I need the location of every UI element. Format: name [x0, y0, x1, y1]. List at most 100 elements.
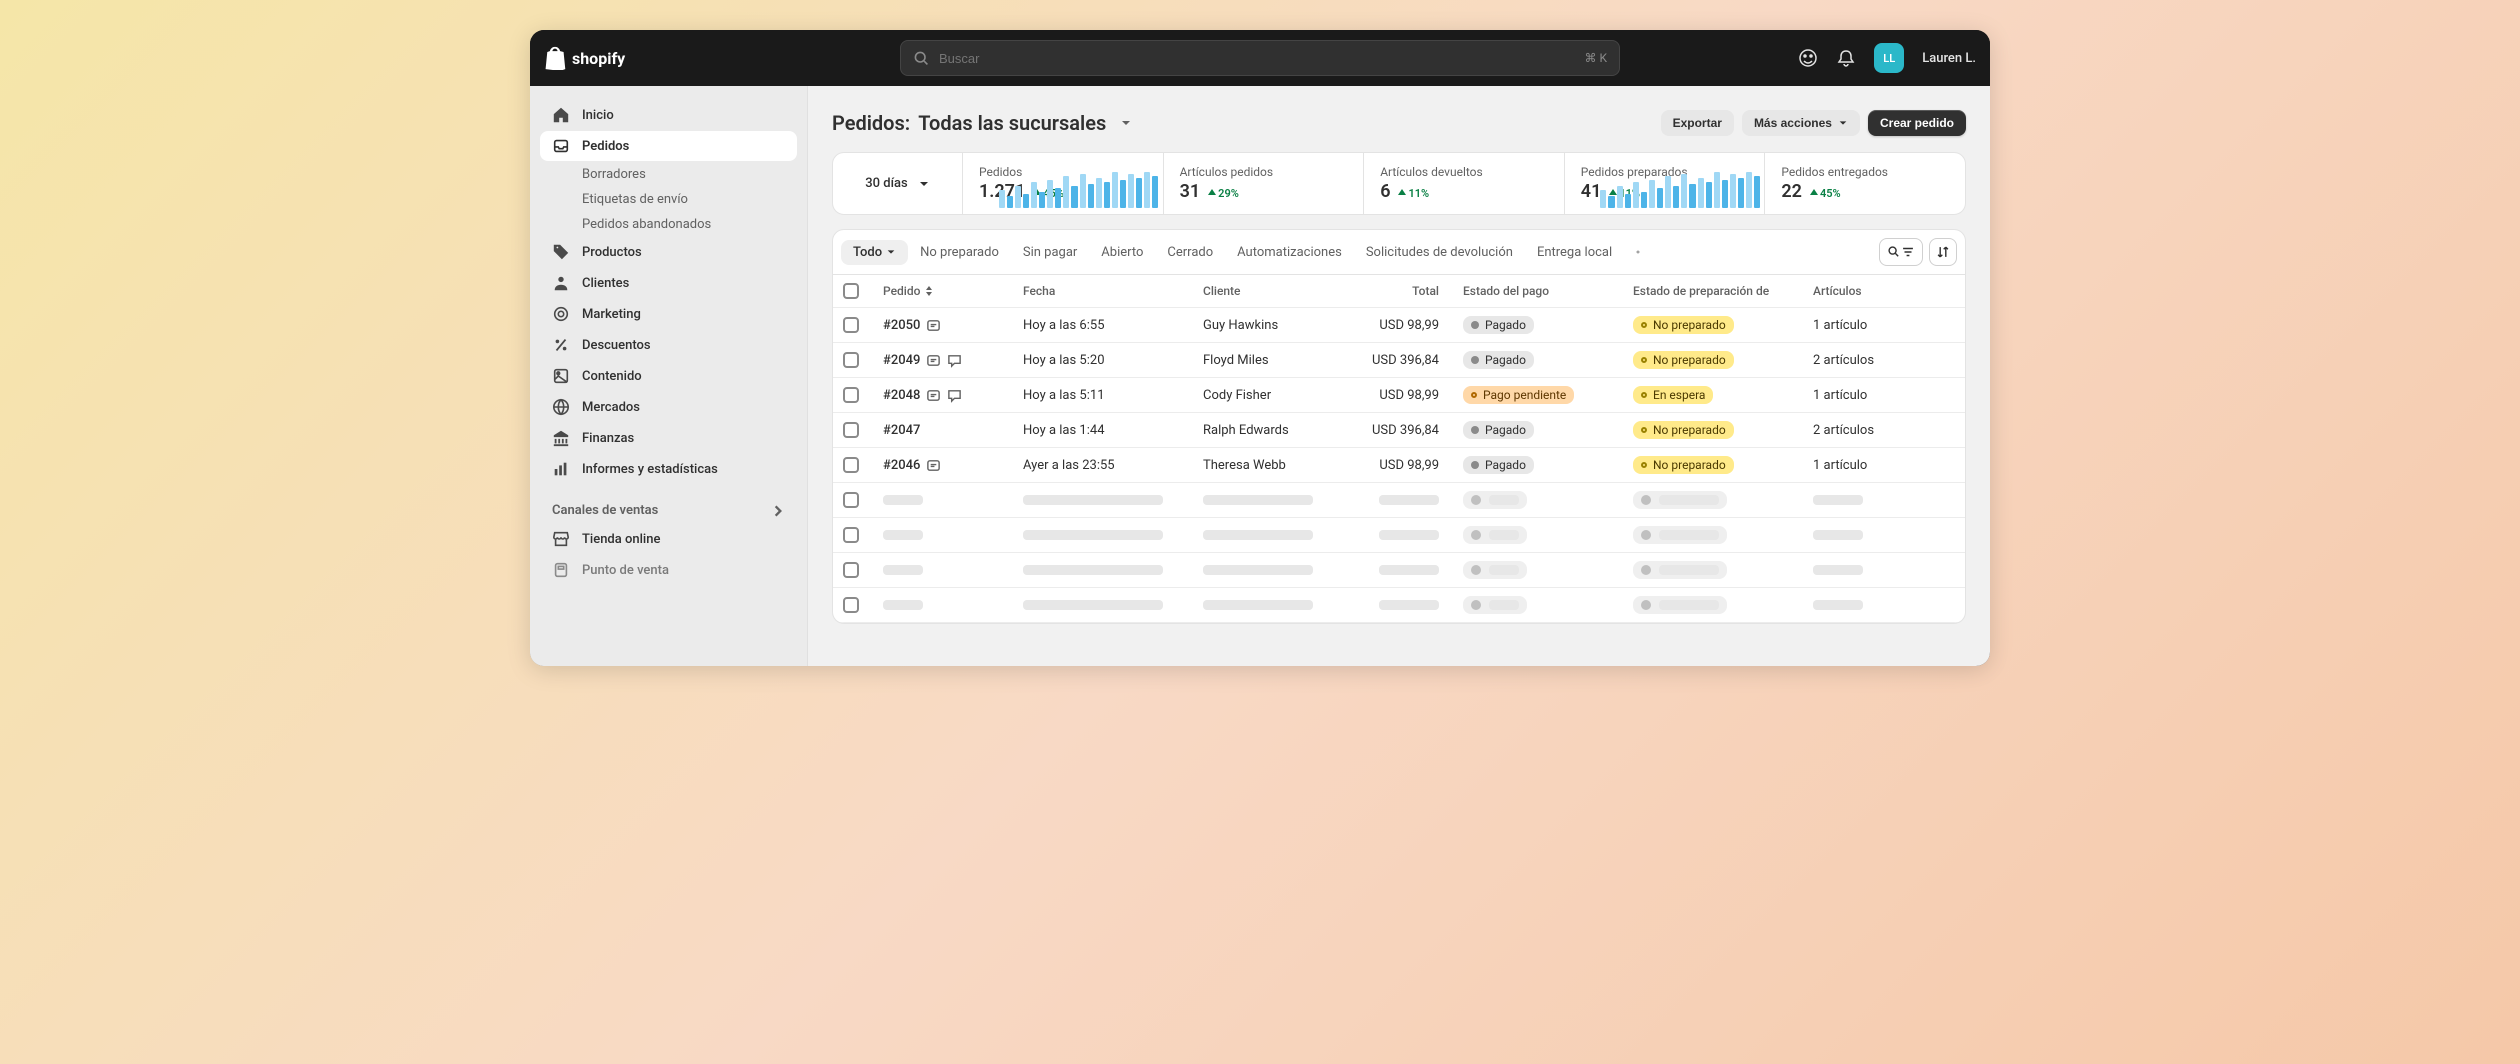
- table-row[interactable]: #2047Hoy a las 1:44Ralph EdwardsUSD 396,…: [833, 413, 1965, 448]
- total-cell: USD 98,99: [1353, 458, 1463, 473]
- stat-value: 6: [1380, 181, 1390, 202]
- add-tab-button[interactable]: [1624, 241, 1652, 263]
- table-row[interactable]: #2050Hoy a las 6:55Guy HawkinsUSD 98,99P…: [833, 308, 1965, 343]
- sidebar-item-marketing[interactable]: Marketing: [540, 299, 797, 329]
- sidebar-item-pedidos[interactable]: Pedidos: [540, 131, 797, 161]
- payment-badge: Pagado: [1463, 456, 1534, 474]
- customer-cell: Theresa Webb: [1203, 458, 1353, 473]
- user-name[interactable]: Lauren L.: [1922, 51, 1976, 66]
- sidebar-item-productos[interactable]: Productos: [540, 237, 797, 267]
- stat-delta: 45%: [1810, 187, 1841, 200]
- skeleton-row: [833, 483, 1965, 518]
- period-label: 30 días: [865, 176, 907, 191]
- row-checkbox[interactable]: [843, 352, 859, 368]
- brand-logo[interactable]: shopify: [544, 46, 804, 70]
- row-checkbox[interactable]: [843, 597, 859, 613]
- row-checkbox[interactable]: [843, 387, 859, 403]
- channels-section[interactable]: Canales de ventas: [540, 485, 797, 524]
- chevron-right-icon: [771, 504, 785, 518]
- sidebar-item-label: Tienda online: [582, 532, 660, 547]
- col-customer[interactable]: Cliente: [1203, 284, 1353, 298]
- tab[interactable]: No preparado: [908, 240, 1011, 265]
- tag-icon: [552, 243, 570, 261]
- sidebar-item-descuentos[interactable]: Descuentos: [540, 330, 797, 360]
- sort-button[interactable]: [1929, 238, 1957, 266]
- row-checkbox[interactable]: [843, 492, 859, 508]
- export-button[interactable]: Exportar: [1661, 110, 1734, 136]
- row-checkbox[interactable]: [843, 527, 859, 543]
- stat-cell[interactable]: Artículos devueltos 6 11%: [1364, 153, 1565, 214]
- more-actions-label: Más acciones: [1754, 116, 1832, 130]
- sidebar-item-inicio[interactable]: Inicio: [540, 100, 797, 130]
- total-cell: USD 98,99: [1353, 388, 1463, 403]
- sidebar-item-finanzas[interactable]: Finanzas: [540, 423, 797, 453]
- customer-cell: Floyd Miles: [1203, 353, 1353, 368]
- search-input[interactable]: [939, 51, 1584, 66]
- col-total[interactable]: Total: [1353, 284, 1463, 298]
- stat-cell[interactable]: Pedidos1.27145%: [963, 153, 1164, 214]
- total-cell: USD 396,84: [1353, 423, 1463, 438]
- page-title[interactable]: Pedidos: Todas las sucursales: [832, 111, 1132, 135]
- table-row[interactable]: #2048Hoy a las 5:11Cody FisherUSD 98,99P…: [833, 378, 1965, 413]
- brand-text: shopify: [572, 49, 625, 68]
- total-cell: USD 98,99: [1353, 318, 1463, 333]
- stat-cell[interactable]: Pedidos entregados2245%: [1765, 153, 1965, 214]
- row-checkbox[interactable]: [843, 562, 859, 578]
- tab[interactable]: Cerrado: [1155, 240, 1225, 265]
- stat-label: Artículos devueltos: [1380, 165, 1548, 179]
- sidebar-item-punto-venta[interactable]: Punto de venta: [540, 555, 797, 585]
- up-arrow-icon: [1398, 189, 1406, 197]
- items-cell: 1 artículo: [1813, 458, 1923, 473]
- more-actions-button[interactable]: Más acciones: [1742, 110, 1860, 136]
- sidebar-item-label: Marketing: [582, 307, 641, 322]
- sidebar: Inicio Pedidos Borradores Etiquetas de e…: [530, 86, 808, 666]
- search-bar[interactable]: ⌘ K: [900, 40, 1620, 76]
- tab[interactable]: Solicitudes de devolución: [1354, 240, 1525, 265]
- create-order-button[interactable]: Crear pedido: [1868, 110, 1966, 136]
- tab[interactable]: Automatizaciones: [1225, 240, 1354, 265]
- table-row[interactable]: #2049Hoy a las 5:20Floyd MilesUSD 396,84…: [833, 343, 1965, 378]
- sidebar-item-tienda[interactable]: Tienda online: [540, 524, 797, 554]
- sidebar-item-label: Punto de venta: [582, 563, 669, 578]
- sidebar-subitem-etiquetas[interactable]: Etiquetas de envío: [540, 187, 797, 212]
- face-icon[interactable]: [1798, 48, 1818, 68]
- chevron-down-icon: [1838, 118, 1848, 128]
- chat-icon: [947, 353, 962, 368]
- sidebar-item-label: Finanzas: [582, 431, 634, 446]
- row-checkbox[interactable]: [843, 457, 859, 473]
- bell-icon[interactable]: [1836, 48, 1856, 68]
- search-shortcut: ⌘ K: [1584, 51, 1607, 65]
- col-payment[interactable]: Estado del pago: [1463, 284, 1633, 298]
- sidebar-item-clientes[interactable]: Clientes: [540, 268, 797, 298]
- table-row[interactable]: #2046Ayer a las 23:55Theresa WebbUSD 98,…: [833, 448, 1965, 483]
- fulfillment-badge: No preparado: [1633, 421, 1734, 439]
- col-items[interactable]: Artículos: [1813, 284, 1923, 298]
- sidebar-item-mercados[interactable]: Mercados: [540, 392, 797, 422]
- tab[interactable]: Todo: [841, 240, 908, 265]
- col-order[interactable]: Pedido: [883, 284, 1023, 298]
- select-all-checkbox[interactable]: [843, 283, 859, 299]
- sidebar-subitem-abandonados[interactable]: Pedidos abandonados: [540, 212, 797, 237]
- sparkline: [999, 172, 1159, 208]
- sidebar-item-informes[interactable]: Informes y estadísticas: [540, 454, 797, 484]
- search-filter-button[interactable]: [1879, 238, 1923, 266]
- shopify-bag-icon: [544, 46, 566, 70]
- stat-delta: 11%: [1398, 187, 1429, 200]
- tab[interactable]: Entrega local: [1525, 240, 1624, 265]
- title-suffix: Todas las sucursales: [918, 111, 1106, 135]
- period-selector[interactable]: 30 días: [833, 153, 963, 214]
- tab[interactable]: Abierto: [1089, 240, 1155, 265]
- stat-cell[interactable]: Artículos pedidos3129%: [1164, 153, 1365, 214]
- stat-cell[interactable]: Pedidos preparados4111%: [1565, 153, 1766, 214]
- tab[interactable]: Sin pagar: [1011, 240, 1089, 265]
- col-fulfillment[interactable]: Estado de preparación de: [1633, 284, 1813, 298]
- sidebar-subitem-borradores[interactable]: Borradores: [540, 162, 797, 187]
- col-date[interactable]: Fecha: [1023, 284, 1203, 298]
- chart-icon: [552, 460, 570, 478]
- customer-cell: Ralph Edwards: [1203, 423, 1353, 438]
- row-checkbox[interactable]: [843, 422, 859, 438]
- sidebar-item-contenido[interactable]: Contenido: [540, 361, 797, 391]
- row-checkbox[interactable]: [843, 317, 859, 333]
- payment-badge: Pagado: [1463, 351, 1534, 369]
- avatar[interactable]: LL: [1874, 43, 1904, 73]
